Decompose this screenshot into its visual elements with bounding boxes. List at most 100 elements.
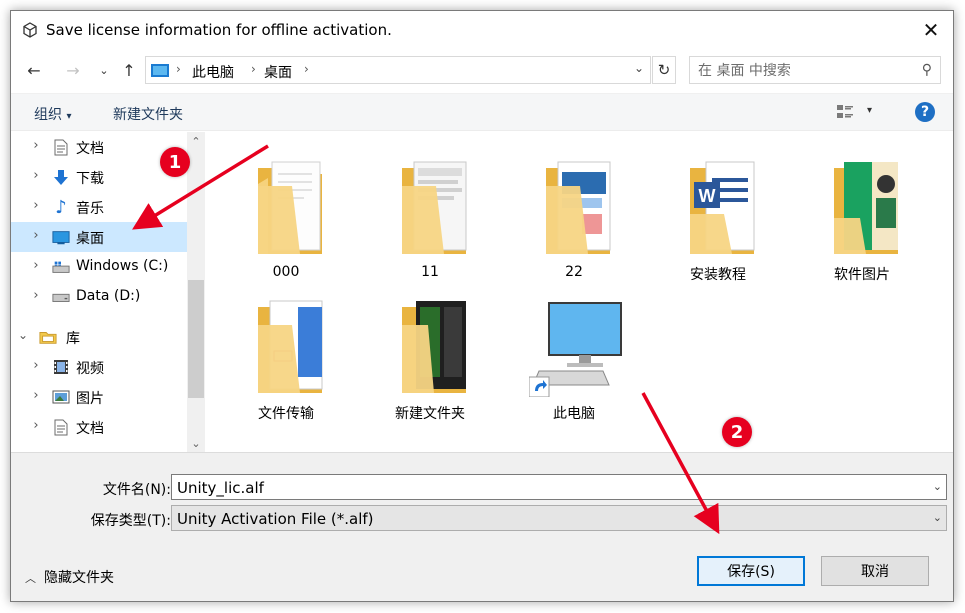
scrollbar-thumb[interactable] — [188, 280, 204, 398]
title-bar: Save license information for offline act… — [11, 11, 953, 49]
folder-word-icon: W — [690, 161, 755, 254]
list-item[interactable]: 000 — [221, 138, 351, 280]
chevron-right-icon[interactable]: › — [29, 198, 43, 213]
address-dropdown-icon[interactable]: ⌄ — [630, 61, 648, 75]
recent-locations-button[interactable]: ⌄ — [93, 59, 115, 81]
chevron-right-icon[interactable]: › — [304, 62, 309, 76]
sidebar-item-desktop[interactable]: › 桌面 — [11, 222, 187, 252]
save-button[interactable]: 保存(S) — [697, 556, 805, 586]
address-bar[interactable]: › 此电脑 › 桌面 › ⌄ — [145, 56, 651, 84]
sidebar-item-label: 图片 — [76, 391, 104, 407]
new-folder-button[interactable]: 新建文件夹 — [113, 104, 183, 124]
list-item[interactable]: 软件图片 — [797, 138, 927, 283]
filename-label: 文件名(N): — [102, 482, 171, 498]
back-button[interactable]: ← — [23, 59, 45, 81]
list-item[interactable]: 文件传输 — [221, 277, 351, 422]
list-item[interactable]: 此电脑 — [509, 277, 639, 422]
filetype-select[interactable]: Unity Activation File (*.alf) ⌄ — [171, 505, 947, 531]
sidebar-item-label: 库 — [66, 331, 80, 347]
view-options-icon[interactable] — [837, 105, 853, 119]
arrow-left-icon: ← — [27, 60, 41, 80]
view-dropdown-icon[interactable]: ▾ — [867, 105, 872, 116]
folder-icon — [834, 162, 898, 254]
address-row: ← → ⌄ ↑ › 此电脑 › 桌面 › ⌄ ↻ ⚲ — [11, 53, 953, 87]
picture-icon — [52, 388, 70, 406]
sidebar-item-label: 音乐 — [76, 201, 104, 217]
chevron-right-icon[interactable]: › — [176, 62, 181, 76]
library-icon — [39, 328, 57, 346]
chevron-right-icon[interactable]: › — [29, 168, 43, 183]
chevron-down-icon[interactable]: ⌄ — [16, 328, 30, 342]
chevron-right-icon[interactable]: › — [29, 288, 43, 303]
chevron-right-icon[interactable]: › — [29, 388, 43, 403]
document-icon — [52, 418, 70, 436]
chevron-down-icon[interactable]: ⌄ — [933, 480, 942, 493]
sidebar-item-videos[interactable]: › 视频 — [11, 352, 187, 382]
navigation-pane: › 文档 › 下载 › ♪ 音乐 › 桌面 › Windows (C:) › D… — [11, 132, 206, 452]
organize-button[interactable]: 组织 ▾ — [34, 104, 71, 124]
download-icon — [52, 168, 70, 186]
folder-icon — [402, 161, 467, 254]
filetype-value: Unity Activation File (*.alf) — [177, 510, 374, 528]
breadcrumb-this-pc[interactable]: 此电脑 — [192, 62, 234, 82]
sidebar-item-label: 文档 — [76, 141, 104, 157]
help-icon[interactable]: ? — [915, 102, 935, 122]
file-name: 此电脑 — [553, 406, 595, 422]
this-pc-shortcut-icon — [529, 302, 622, 397]
file-name: 安装教程 — [690, 267, 746, 283]
search-box[interactable]: ⚲ — [689, 56, 941, 84]
sidebar-item-drive-c[interactable]: › Windows (C:) — [11, 252, 187, 282]
sidebar-item-label: Data (D:) — [76, 288, 141, 304]
sidebar-item-library-documents[interactable]: › 文档 — [11, 412, 187, 442]
sidebar-item-label: 视频 — [76, 361, 104, 377]
sidebar-item-label: Windows (C:) — [76, 258, 169, 274]
scroll-down-icon[interactable]: ⌄ — [187, 434, 205, 452]
chevron-right-icon[interactable]: › — [29, 258, 43, 273]
caret-down-icon: ▾ — [66, 111, 72, 122]
sidebar-item-libraries[interactable]: ⌄ 库 — [11, 322, 187, 352]
up-button[interactable]: ↑ — [118, 59, 140, 81]
forward-button[interactable]: → — [62, 59, 84, 81]
search-input[interactable] — [698, 61, 908, 80]
list-item[interactable]: 新建文件夹 — [365, 277, 495, 422]
file-name: 新建文件夹 — [395, 406, 465, 422]
breadcrumb-desktop[interactable]: 桌面 — [264, 62, 292, 82]
chevron-right-icon[interactable]: › — [29, 358, 43, 373]
sidebar-scrollbar[interactable]: ⌃ ⌄ — [187, 132, 205, 452]
cancel-button[interactable]: 取消 — [821, 556, 929, 586]
list-item[interactable]: 22 — [509, 138, 639, 280]
search-icon[interactable]: ⚲ — [922, 62, 932, 78]
file-list: 000 11 22 W 安装教程 软件图片 文件传输 新建文件夹 此电脑 — [207, 132, 953, 452]
scroll-up-icon[interactable]: ⌃ — [187, 132, 205, 150]
annotation-badge-1: 1 — [160, 147, 190, 177]
sidebar-item-drive-d[interactable]: › Data (D:) — [11, 282, 187, 312]
chevron-up-icon: ︿ — [25, 572, 36, 585]
unity-cube-icon — [23, 22, 37, 38]
sidebar-item-pictures[interactable]: › 图片 — [11, 382, 187, 412]
close-button[interactable]: ✕ — [909, 11, 953, 49]
file-name: 文件传输 — [258, 406, 314, 422]
save-form: 文件名(N): Unity_lic.alf ⌄ 保存类型(T): Unity A… — [11, 452, 953, 601]
filename-input[interactable]: Unity_lic.alf ⌄ — [171, 474, 947, 500]
list-item[interactable]: W 安装教程 — [653, 138, 783, 283]
folder-icon — [258, 161, 322, 254]
organize-label: 组织 — [34, 107, 62, 123]
svg-text:W: W — [699, 186, 716, 206]
refresh-button[interactable]: ↻ — [652, 56, 676, 84]
filename-value: Unity_lic.alf — [177, 479, 264, 497]
chevron-right-icon[interactable]: › — [29, 138, 43, 153]
windows-drive-icon — [52, 258, 70, 276]
drive-icon — [52, 288, 70, 306]
folder-icon — [402, 301, 466, 393]
list-item[interactable]: 11 — [365, 138, 495, 280]
arrow-up-icon: ↑ — [122, 60, 136, 80]
chevron-right-icon[interactable]: › — [29, 418, 43, 433]
sidebar-item-label: 文档 — [76, 421, 104, 437]
chevron-down-icon[interactable]: ⌄ — [933, 511, 942, 524]
refresh-icon: ↻ — [657, 61, 671, 79]
chevron-right-icon[interactable]: › — [251, 62, 256, 76]
hide-folders-toggle[interactable]: ︿ 隐藏文件夹 — [25, 567, 114, 587]
chevron-right-icon[interactable]: › — [29, 228, 43, 243]
sidebar-item-music[interactable]: › ♪ 音乐 — [11, 192, 187, 222]
filetype-label: 保存类型(T): — [90, 513, 171, 529]
